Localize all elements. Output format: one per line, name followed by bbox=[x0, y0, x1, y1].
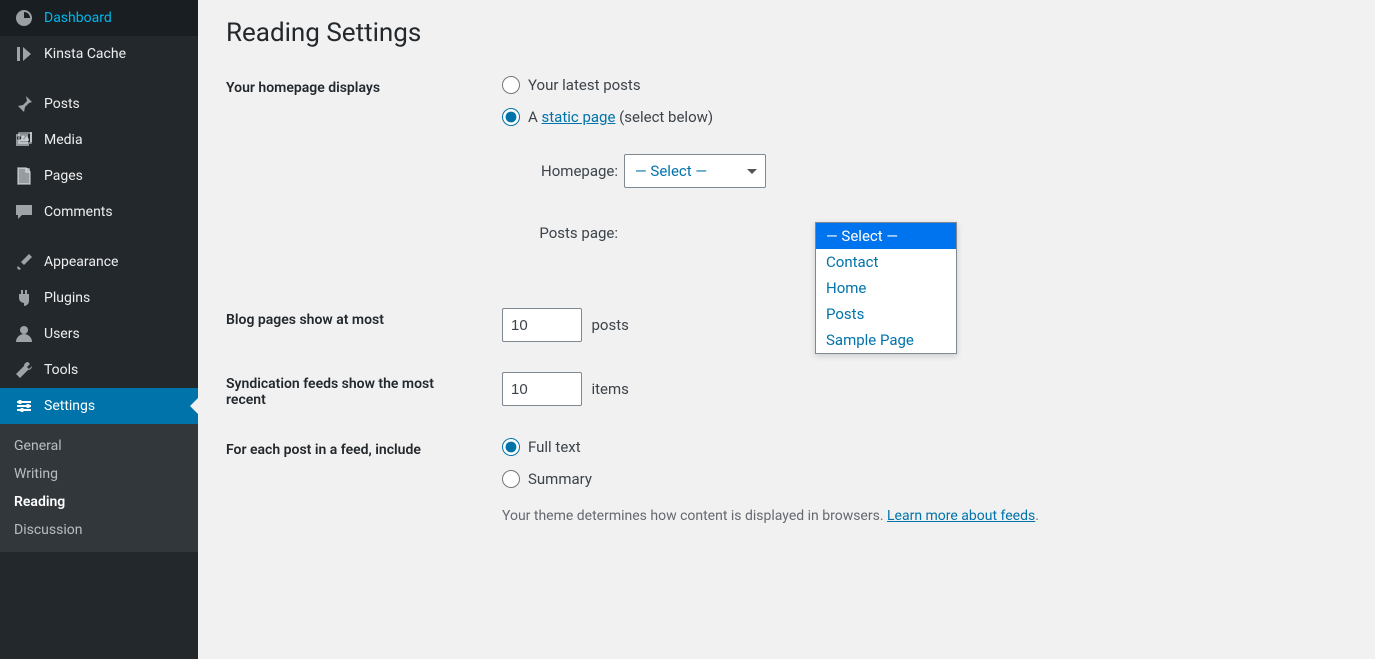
sidebar-label: Pages bbox=[44, 168, 83, 184]
sidebar-label: Tools bbox=[44, 362, 78, 378]
syndication-suffix: items bbox=[591, 380, 628, 398]
user-icon bbox=[14, 324, 34, 344]
separator bbox=[0, 72, 198, 86]
radio-latest-posts[interactable] bbox=[502, 76, 520, 94]
sidebar-item-media[interactable]: Media bbox=[0, 122, 198, 158]
dropdown-option-home[interactable]: Home bbox=[816, 275, 956, 301]
sidebar-item-dashboard[interactable]: Dashboard bbox=[0, 0, 198, 36]
main-content: Reading Settings Your homepage displays … bbox=[198, 0, 1375, 659]
submenu-item-writing[interactable]: Writing bbox=[0, 460, 198, 488]
feed-description: Your theme determines how content is dis… bbox=[502, 508, 1347, 524]
wrench-icon bbox=[14, 360, 34, 380]
sidebar-label: Kinsta Cache bbox=[44, 46, 126, 62]
syndication-input[interactable] bbox=[502, 372, 582, 406]
learn-more-feeds-link[interactable]: Learn more about feeds bbox=[887, 508, 1035, 524]
homepage-select[interactable]: — Select — bbox=[624, 154, 766, 188]
sidebar-item-plugins[interactable]: Plugins bbox=[0, 280, 198, 316]
sidebar-label: Media bbox=[44, 132, 83, 148]
blog-pages-suffix: posts bbox=[591, 316, 628, 334]
submenu-item-discussion[interactable]: Discussion bbox=[0, 516, 198, 544]
pin-icon bbox=[14, 94, 34, 114]
homepage-select-dropdown: — Select — Contact Home Posts Sample Pag… bbox=[815, 222, 957, 354]
radio-full-text[interactable] bbox=[502, 438, 520, 456]
row-blog-pages: Blog pages show at most posts bbox=[226, 308, 1347, 342]
settings-icon bbox=[14, 396, 34, 416]
sidebar-label: Comments bbox=[44, 204, 113, 220]
dropdown-option-sample-page[interactable]: Sample Page bbox=[816, 327, 956, 353]
page-icon bbox=[14, 166, 34, 186]
row-homepage-displays: Your homepage displays Your latest posts… bbox=[226, 76, 1347, 278]
radio-latest-posts-label: Your latest posts bbox=[528, 76, 641, 94]
postspage-select-label: Posts page: bbox=[526, 224, 618, 242]
media-icon bbox=[14, 130, 34, 150]
row-label: Blog pages show at most bbox=[226, 308, 502, 328]
radio-summary[interactable] bbox=[502, 470, 520, 488]
page-title: Reading Settings bbox=[226, 18, 1347, 48]
sidebar-label: Posts bbox=[44, 96, 80, 112]
sidebar-item-users[interactable]: Users bbox=[0, 316, 198, 352]
dashboard-icon bbox=[14, 8, 34, 28]
sidebar-label: Users bbox=[44, 326, 80, 342]
radio-static-page[interactable] bbox=[502, 108, 520, 126]
submenu-item-general[interactable]: General bbox=[0, 432, 198, 460]
sidebar-item-posts[interactable]: Posts bbox=[0, 86, 198, 122]
sidebar-item-appearance[interactable]: Appearance bbox=[0, 244, 198, 280]
sidebar-item-settings[interactable]: Settings bbox=[0, 388, 198, 424]
dropdown-option-contact[interactable]: Contact bbox=[816, 249, 956, 275]
row-label: For each post in a feed, include bbox=[226, 438, 502, 458]
sidebar-label: Plugins bbox=[44, 290, 90, 306]
sidebar-label: Settings bbox=[44, 398, 95, 414]
radio-full-text-label: Full text bbox=[528, 438, 581, 456]
sidebar-label: Appearance bbox=[44, 254, 118, 270]
brush-icon bbox=[14, 252, 34, 272]
sidebar-item-tools[interactable]: Tools bbox=[0, 352, 198, 388]
separator bbox=[0, 230, 198, 244]
radio-summary-label: Summary bbox=[528, 470, 592, 488]
plug-icon bbox=[14, 288, 34, 308]
kinsta-icon bbox=[14, 44, 34, 64]
static-page-link[interactable]: static page bbox=[542, 108, 616, 126]
sidebar-item-pages[interactable]: Pages bbox=[0, 158, 198, 194]
row-syndication: Syndication feeds show the most recent i… bbox=[226, 372, 1347, 408]
radio-static-page-label: A static page (select below) bbox=[528, 108, 713, 126]
admin-sidebar: Dashboard Kinsta Cache Posts Media Pages… bbox=[0, 0, 198, 659]
submenu-item-reading[interactable]: Reading bbox=[0, 488, 198, 516]
sidebar-label: Dashboard bbox=[44, 10, 112, 26]
dropdown-option-posts[interactable]: Posts bbox=[816, 301, 956, 327]
sidebar-item-comments[interactable]: Comments bbox=[0, 194, 198, 230]
row-label: Your homepage displays bbox=[226, 76, 502, 96]
comment-icon bbox=[14, 202, 34, 222]
row-feed-include: For each post in a feed, include Full te… bbox=[226, 438, 1347, 524]
row-label: Syndication feeds show the most recent bbox=[226, 372, 456, 408]
settings-submenu: General Writing Reading Discussion bbox=[0, 424, 198, 552]
sidebar-item-kinsta-cache[interactable]: Kinsta Cache bbox=[0, 36, 198, 72]
homepage-select-label: Homepage: bbox=[526, 162, 618, 180]
blog-pages-input[interactable] bbox=[502, 308, 582, 342]
dropdown-option-select[interactable]: — Select — bbox=[816, 223, 956, 249]
